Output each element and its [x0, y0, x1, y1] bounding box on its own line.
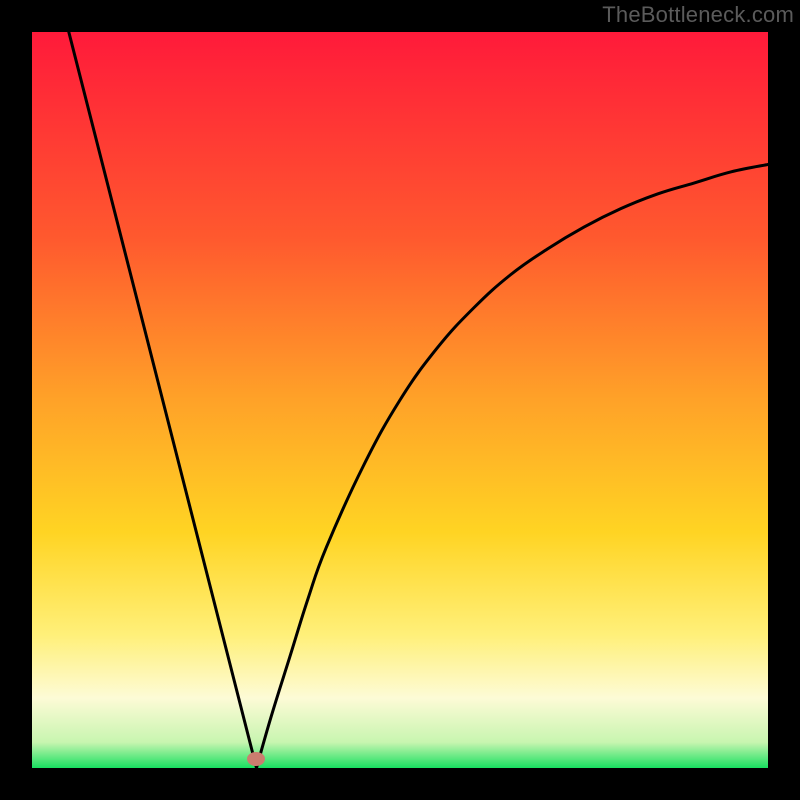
plot-area	[32, 32, 768, 768]
attribution-text: TheBottleneck.com	[602, 2, 794, 28]
minimum-marker	[247, 752, 265, 766]
chart-frame: TheBottleneck.com	[0, 0, 800, 800]
background-gradient	[32, 32, 768, 768]
